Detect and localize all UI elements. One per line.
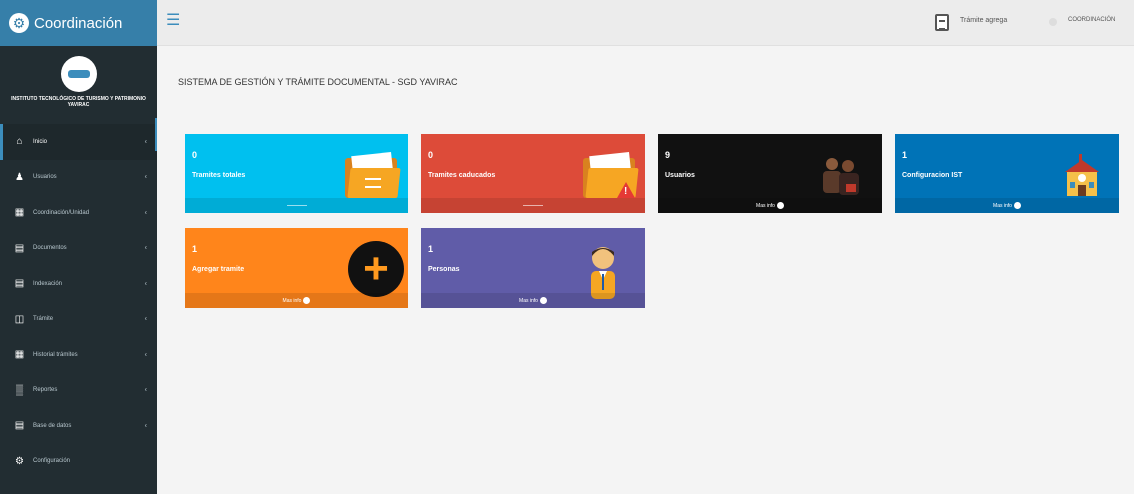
chevron-left-icon: ‹ xyxy=(144,173,147,181)
topbar: ☰ Trámite agrega COORDINACIÓN xyxy=(157,0,1134,46)
chevron-left-icon: ‹ xyxy=(144,386,147,394)
arrow-circle-right-icon xyxy=(303,297,311,304)
sidebar-item-label: Reportes xyxy=(33,387,58,394)
sidebar-item-inicio[interactable]: ⌂ Inicio ‹ xyxy=(0,124,157,160)
history-icon: ▦ xyxy=(14,349,25,361)
sidebar-item-documentos[interactable]: ▤ Documentos ‹ xyxy=(0,231,157,267)
chevron-left-icon: ‹ xyxy=(144,280,147,288)
institution-name: INSTITUTO TECNOLÓGICO DE TURISMO Y PATRI… xyxy=(11,96,146,108)
user-panel: INSTITUTO TECNOLÓGICO DE TURISMO Y PATRI… xyxy=(0,46,157,124)
small-box-tramites-totales[interactable]: 0 Tramites totales xyxy=(185,134,408,213)
sidebar-item-tramite[interactable]: ◫ Trámite ‹ xyxy=(0,302,157,338)
box-footer[interactable] xyxy=(185,198,408,213)
sidebar-item-label: Documentos xyxy=(33,245,67,252)
small-box-agregar-tramite[interactable]: 1 Agregar tramite + Mas info xyxy=(185,228,408,308)
folder-icon: ▤ xyxy=(14,242,25,254)
arrow-circle-right-icon xyxy=(539,297,547,304)
arrow-circle-right-icon xyxy=(776,202,784,209)
chevron-left-icon: ‹ xyxy=(144,244,147,252)
sidebar-item-reportes[interactable]: ▒ Reportes ‹ xyxy=(0,373,157,409)
box-number: 0 xyxy=(192,150,198,160)
chevron-left-icon: ‹ xyxy=(144,209,147,217)
brand-header[interactable]: ⚙ Coordinación xyxy=(0,0,157,46)
school-building-icon xyxy=(1065,154,1099,196)
page-title: SISTEMA DE GESTIÓN Y TRÁMITE DOCUMENTAL … xyxy=(178,77,458,87)
chevron-left-icon: ‹ xyxy=(144,351,147,359)
box-footer[interactable]: Mas info xyxy=(421,293,645,308)
file-icon: ◫ xyxy=(14,313,25,325)
folder-warning-icon xyxy=(583,152,639,198)
box-label: Agregar tramite xyxy=(192,266,245,273)
sidebar-item-historial[interactable]: ▦ Historial trámites ‹ xyxy=(0,337,157,373)
chevron-left-icon: ‹ xyxy=(144,138,147,146)
building-icon: ▦ xyxy=(14,207,25,219)
chart-icon: ▒ xyxy=(15,384,24,396)
box-number: 0 xyxy=(428,150,434,160)
box-label: Tramites caducados xyxy=(428,172,496,179)
sidebar-item-label: Historial trámites xyxy=(33,351,78,358)
box-number: 9 xyxy=(665,150,671,160)
gear-icon: ⚙ xyxy=(9,13,29,33)
box-footer[interactable]: Mas info xyxy=(658,198,882,213)
sidebar-item-label: Usuarios xyxy=(33,174,57,181)
box-label: Usuarios xyxy=(665,172,695,179)
box-label: Personas xyxy=(428,266,460,273)
sidebar-item-label: Configuración xyxy=(33,458,71,465)
tramite-dropdown[interactable]: Trámite agrega xyxy=(960,17,1007,24)
sidebar: ⚙ Coordinación INSTITUTO TECNOLÓGICO DE … xyxy=(0,0,157,494)
small-box-configuracion-ist[interactable]: 1 Configuracion IST Mas info xyxy=(895,134,1119,213)
box-footer[interactable]: Mas info xyxy=(895,198,1119,213)
sidebar-item-label: Indexación xyxy=(33,280,63,287)
database-icon: ▤ xyxy=(14,420,25,432)
sidebar-item-usuarios[interactable]: ♟ Usuarios ‹ xyxy=(0,160,157,196)
small-box-usuarios[interactable]: 9 Usuarios Mas info xyxy=(658,134,882,213)
home-icon: ⌂ xyxy=(16,136,23,148)
sidebar-item-indexacion[interactable]: ▤ Indexación ‹ xyxy=(0,266,157,302)
sidebar-menu: ⌂ Inicio ‹ ♟ Usuarios ‹ ▦ Coordinación/U… xyxy=(0,124,157,479)
small-box-tramites-caducados[interactable]: 0 Tramites caducados xyxy=(421,134,645,213)
user-avatar-icon[interactable] xyxy=(1049,18,1057,26)
box-number: 1 xyxy=(192,244,198,254)
sidebar-item-label: Coordinación/Unidad xyxy=(33,209,90,216)
sidebar-item-base-datos[interactable]: ▤ Base de datos ‹ xyxy=(0,408,157,444)
sidebar-item-coordinacion[interactable]: ▦ Coordinación/Unidad ‹ xyxy=(0,195,157,231)
sidebar-item-label: Trámite xyxy=(33,316,54,323)
document-icon[interactable] xyxy=(935,14,949,31)
user-dropdown[interactable]: COORDINACIÓN xyxy=(1068,17,1115,23)
plus-icon: + xyxy=(348,241,404,297)
sidebar-item-label: Base de datos xyxy=(33,422,72,429)
brand-title: Coordinación xyxy=(34,14,123,32)
box-number: 1 xyxy=(428,244,434,254)
box-label: Tramites totales xyxy=(192,172,246,179)
box-footer[interactable] xyxy=(421,198,645,213)
arrow-circle-right-icon xyxy=(1013,202,1021,209)
box-number: 1 xyxy=(902,150,908,160)
gear-icon: ⚙ xyxy=(15,455,24,467)
active-indicator xyxy=(155,118,157,151)
menu-toggle-icon[interactable]: ☰ xyxy=(166,13,180,29)
chevron-left-icon: ‹ xyxy=(144,315,147,323)
sidebar-item-label: Inicio xyxy=(33,138,48,145)
box-footer[interactable]: Mas info xyxy=(185,293,408,308)
institution-logo xyxy=(60,56,97,92)
users-icon: ♟ xyxy=(15,171,24,183)
list-icon: ▤ xyxy=(14,278,25,290)
folder-icon xyxy=(345,152,401,198)
chevron-left-icon: ‹ xyxy=(144,422,147,430)
box-label: Configuracion IST xyxy=(902,172,963,179)
sidebar-item-configuracion[interactable]: ⚙ Configuración xyxy=(0,444,157,480)
users-group-icon xyxy=(823,158,859,195)
small-box-personas[interactable]: 1 Personas Mas info xyxy=(421,228,645,308)
